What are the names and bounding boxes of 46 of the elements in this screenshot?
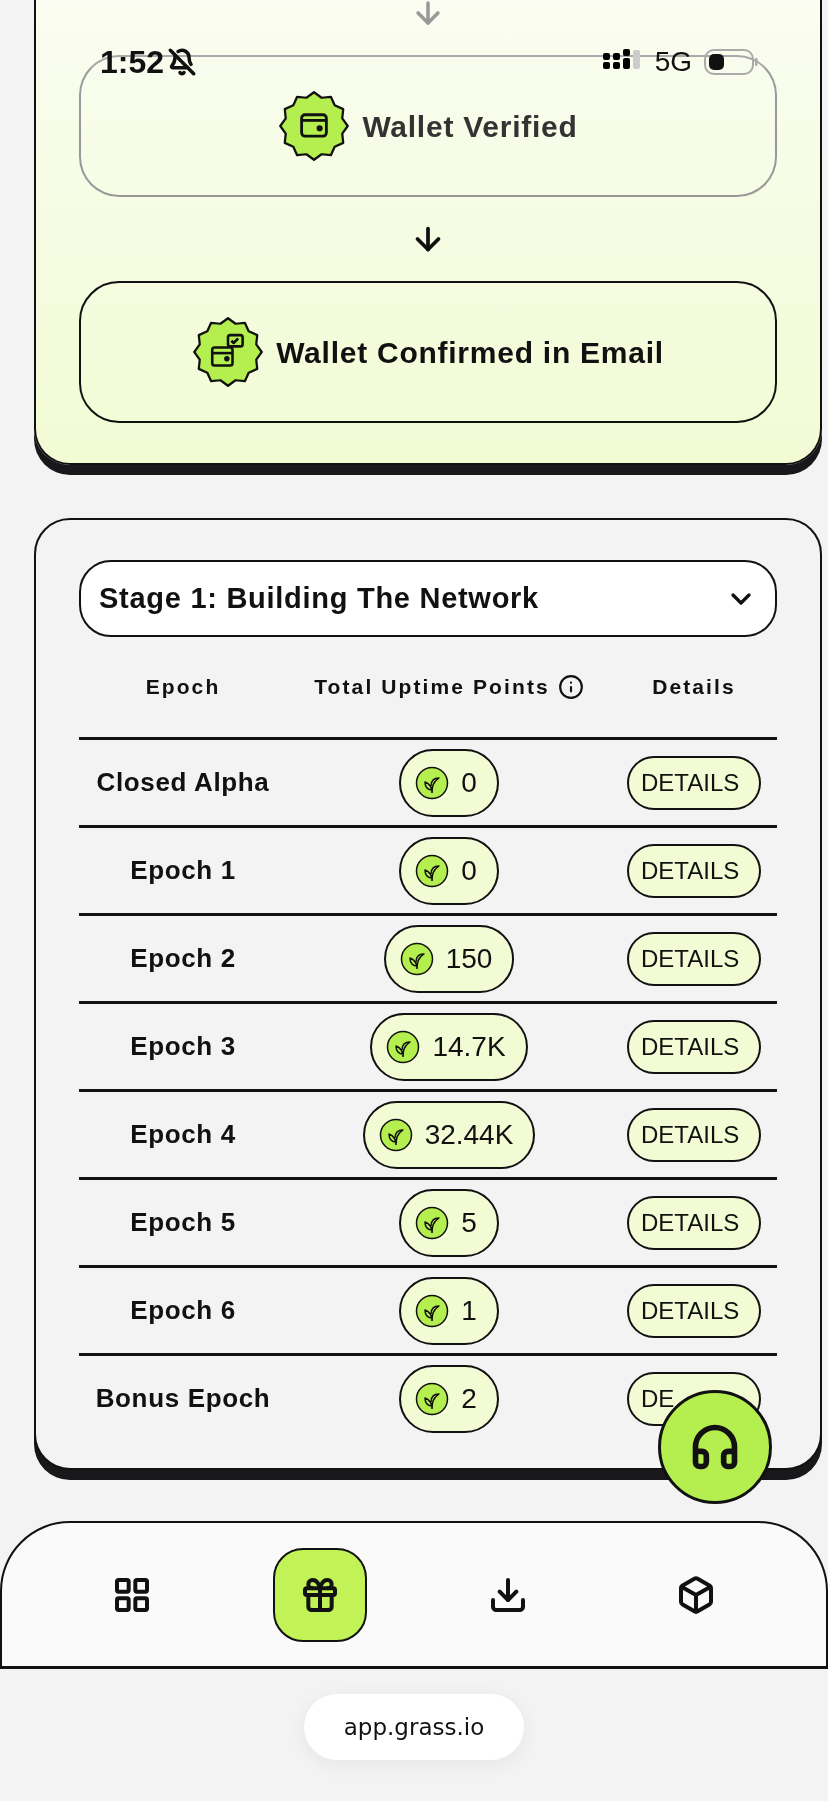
details-button[interactable]: DETAILS: [627, 931, 761, 986]
points-value: 0: [461, 765, 477, 800]
epoch-name: Epoch 5: [129, 1206, 237, 1239]
details-button[interactable]: DETAILS: [627, 1107, 761, 1162]
details-button[interactable]: DETAILS: [627, 1283, 761, 1338]
badge-icon: [278, 90, 351, 162]
points-value: 2: [461, 1381, 477, 1416]
epoch-name: Closed Alpha: [95, 766, 271, 799]
leaf-coin-icon: [415, 1205, 450, 1240]
details-button[interactable]: DETAILS: [627, 1019, 761, 1074]
epoch-name: Epoch 1: [129, 854, 237, 887]
points-value: 1: [461, 1293, 477, 1328]
epoch-name: Bonus Epoch: [94, 1382, 272, 1415]
leaf-coin-icon: [386, 1029, 421, 1064]
leaf-coin-icon: [415, 853, 450, 888]
cube-icon: [676, 1574, 716, 1615]
url-bar[interactable]: app.grass.io: [303, 1694, 525, 1760]
epoch-name: Epoch 6: [129, 1294, 237, 1327]
badge-icon: [192, 316, 265, 388]
leaf-coin-icon: [415, 765, 450, 800]
epoch-name: Epoch 2: [129, 942, 237, 975]
column-header: Epoch: [144, 674, 222, 701]
points-value: 14.7K: [432, 1029, 506, 1064]
leaf-coin-icon: [415, 1381, 450, 1416]
points-value: 0: [461, 853, 477, 888]
network-label: 5G: [654, 48, 692, 76]
epoch-name: Epoch 4: [129, 1118, 237, 1151]
points-value: 5: [461, 1205, 477, 1240]
leaf-coin-icon: [399, 941, 434, 976]
step-label: Wallet Confirmed in Email: [276, 334, 664, 371]
bell-off-icon: [168, 48, 197, 76]
column-header: Details: [651, 674, 737, 701]
points-value: 32.44K: [424, 1117, 514, 1152]
details-button[interactable]: DETAILS: [627, 755, 761, 810]
details-button[interactable]: DETAILS: [627, 843, 761, 898]
leaf-coin-icon: [378, 1117, 413, 1152]
stage-dropdown[interactable]: Stage 1: Building The Network: [79, 560, 777, 637]
points-value: 150: [445, 941, 493, 976]
info-icon[interactable]: [557, 674, 584, 700]
status-time: 1:52: [100, 46, 165, 78]
nav-tab[interactable]: [273, 1547, 367, 1642]
leaf-coin-icon: [415, 1293, 450, 1328]
details-button[interactable]: DETAILS: [627, 1195, 761, 1250]
step-label: Wallet Verified: [362, 108, 578, 145]
column-header: Total Uptime Points: [314, 674, 550, 701]
epoch-name: Epoch 3: [129, 1030, 237, 1063]
